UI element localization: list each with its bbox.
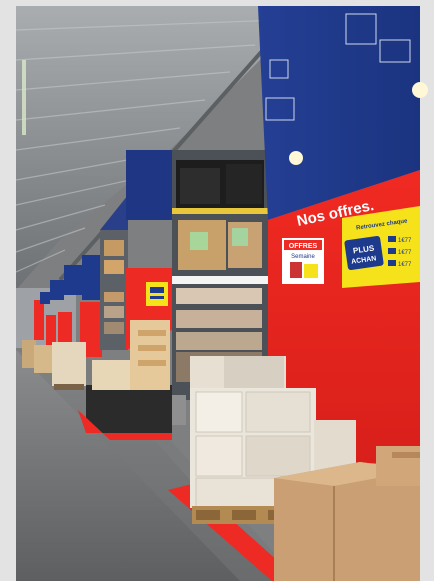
promo-row: 1€77 [398,238,412,244]
promo-card: Retrouvez chaque PLUS ACHAN 1€77 1€77 1€… [342,206,420,288]
photo-frame: Nos offres. OFFRES Semaine Retrouvez cha… [0,0,434,581]
spot-light [412,82,428,98]
left-sign-line1: OFFRES [289,243,318,250]
store-aisle-photo: Nos offres. OFFRES Semaine Retrouvez cha… [0,0,434,581]
ceiling-light [22,60,26,135]
left-offer-sign: OFFRES Semaine [282,238,324,284]
promo-row: 1€77 [398,250,412,256]
left-sign-line2: Semaine [291,254,315,260]
spot-light [289,151,303,165]
promo-row: 1€77 [398,262,412,268]
